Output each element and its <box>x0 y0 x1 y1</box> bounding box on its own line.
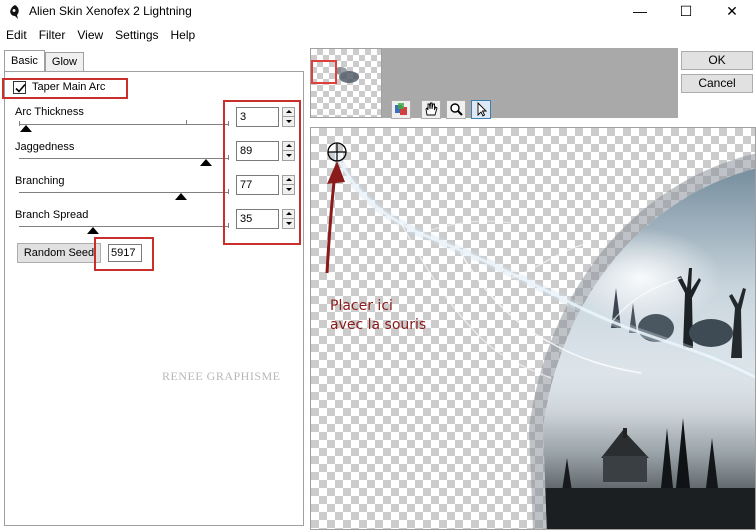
branching-thumb[interactable] <box>175 193 187 200</box>
tab-strip: Basic Glow <box>4 50 84 72</box>
close-button[interactable]: ✕ <box>709 0 755 24</box>
branch-spread-label: Branch Spread <box>15 209 89 221</box>
menu-view[interactable]: View <box>71 26 109 46</box>
preview-toggle-button[interactable] <box>391 100 411 119</box>
cancel-button[interactable]: Cancel <box>681 74 753 93</box>
window-title: Alien Skin Xenofex 2 Lightning <box>29 4 192 18</box>
taper-checkbox[interactable] <box>13 81 26 94</box>
hand-tool-button[interactable] <box>421 100 441 119</box>
pointer-arrow-icon <box>477 101 488 117</box>
tab-basic[interactable]: Basic <box>4 50 45 71</box>
branch-spread-thumb[interactable] <box>87 227 99 234</box>
preview-canvas[interactable]: Placer ici avec la souris <box>310 127 756 530</box>
compare-icon <box>395 103 407 115</box>
annotation-line-2: avec la souris <box>330 317 427 333</box>
branch-spread-slider[interactable] <box>19 226 229 228</box>
annotation-line-1: Placer ici <box>330 298 393 314</box>
values-highlight-box <box>223 100 301 245</box>
arc-thickness-label: Arc Thickness <box>15 106 84 118</box>
branching-slider[interactable] <box>19 192 229 194</box>
hand-icon <box>425 102 438 116</box>
crosshair-icon <box>327 142 347 162</box>
navigator-viewport-box[interactable] <box>311 60 337 84</box>
jaggedness-thumb[interactable] <box>200 159 212 166</box>
menu-settings[interactable]: Settings <box>109 26 164 46</box>
annotation-arrow-icon <box>325 161 345 274</box>
menu-filter[interactable]: Filter <box>33 26 72 46</box>
checkmark-icon <box>15 83 26 93</box>
tab-glow[interactable]: Glow <box>44 52 84 71</box>
arc-thickness-thumb[interactable] <box>20 125 32 132</box>
jaggedness-slider[interactable] <box>19 158 229 160</box>
magnifier-icon <box>450 103 463 116</box>
menu-bar: Edit Filter View Settings Help <box>0 26 201 46</box>
title-bar: Alien Skin Xenofex 2 Lightning — ☐ ✕ <box>0 0 756 24</box>
zoom-tool-button[interactable] <box>446 100 466 119</box>
arrow-tool-button[interactable] <box>471 100 491 119</box>
watermark-text: RENEE GRAPHISME <box>162 369 281 383</box>
seed-highlight-box <box>94 237 154 271</box>
maximize-button[interactable]: ☐ <box>663 0 709 24</box>
slider-tick <box>186 120 187 124</box>
ok-button[interactable]: OK <box>681 51 753 70</box>
arc-thickness-slider[interactable] <box>19 124 229 126</box>
random-seed-button[interactable]: Random Seed <box>17 243 101 263</box>
taper-label: Taper Main Arc <box>32 81 106 93</box>
menu-edit[interactable]: Edit <box>0 26 33 46</box>
app-logo-icon <box>10 5 19 19</box>
jaggedness-label: Jaggedness <box>15 141 75 153</box>
menu-help[interactable]: Help <box>165 26 202 46</box>
minimize-button[interactable]: — <box>617 0 663 24</box>
branching-label: Branching <box>15 175 65 187</box>
